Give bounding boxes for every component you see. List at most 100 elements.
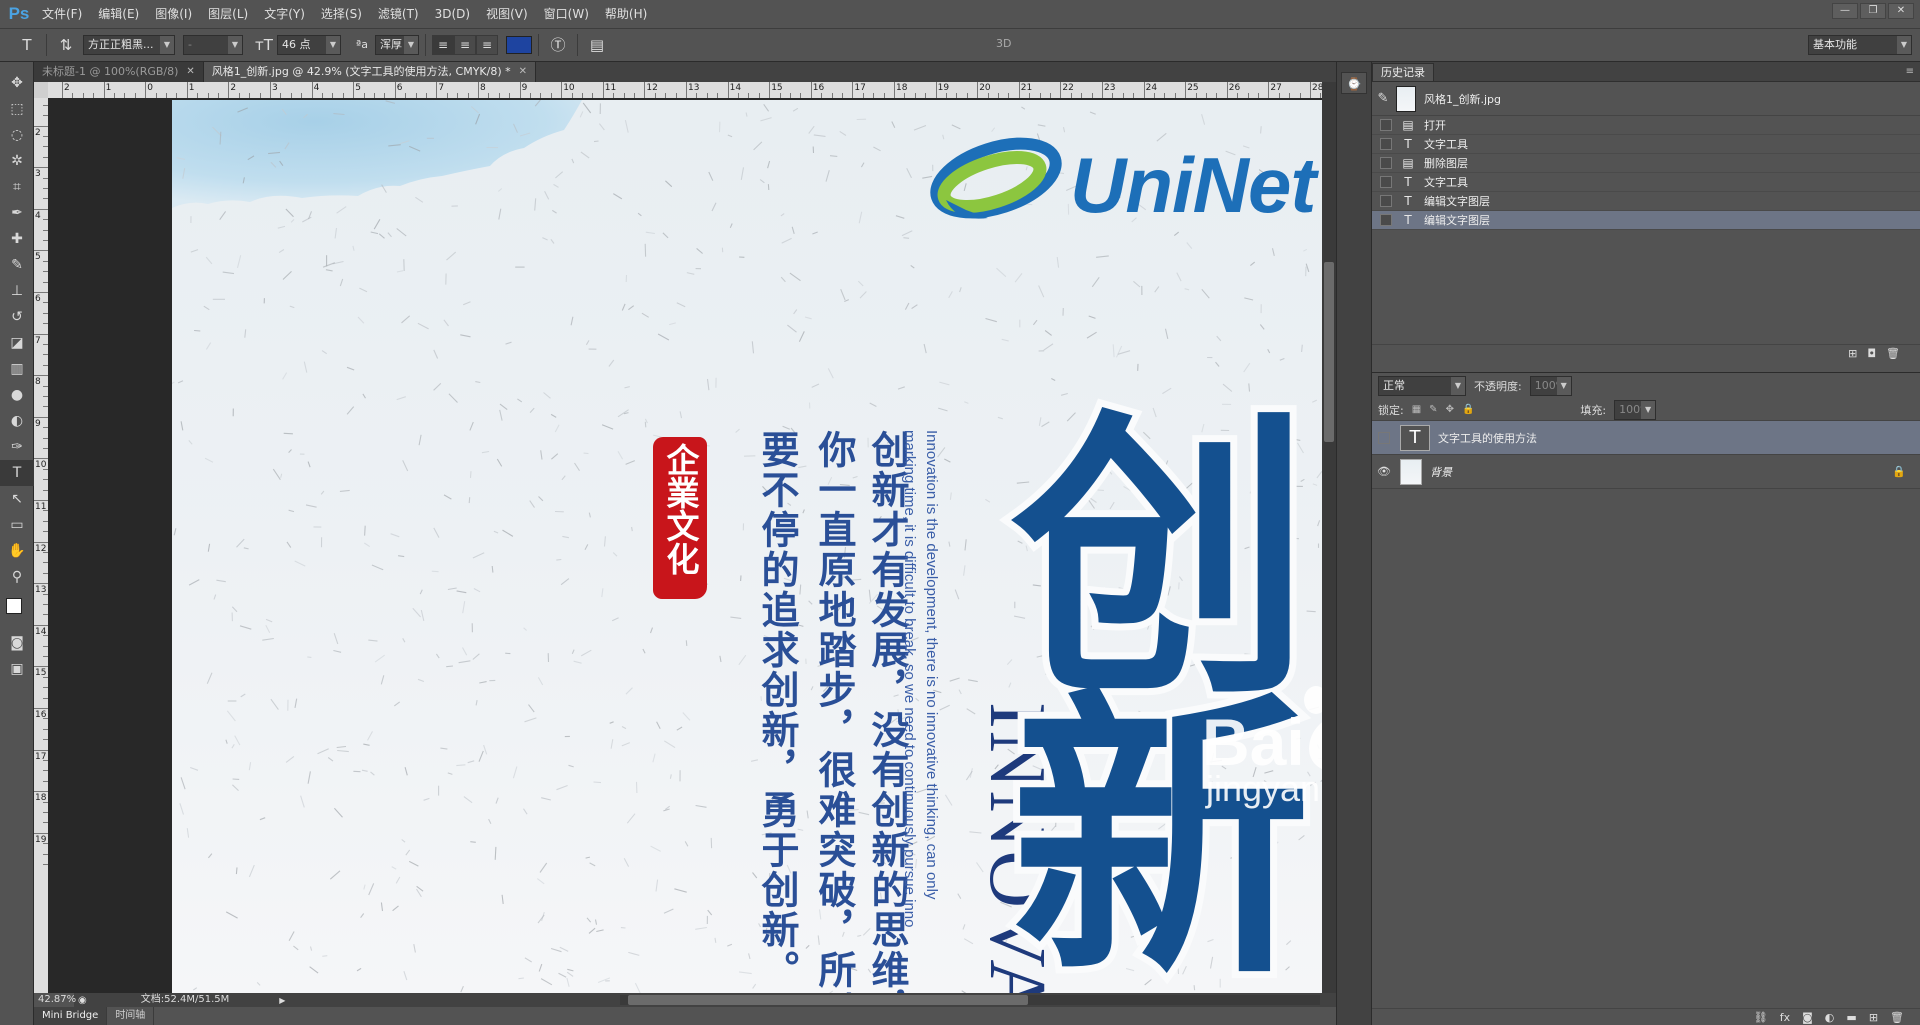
history-item[interactable]: T 文字工具: [1372, 173, 1920, 192]
crop-icon[interactable]: ⌗: [0, 174, 34, 200]
shape-icon[interactable]: ▭: [0, 512, 34, 538]
minimize-button[interactable]: —: [1832, 3, 1858, 19]
workspace-select[interactable]: 基本功能 ▼: [1808, 35, 1912, 55]
align-right-button[interactable]: ≡: [476, 35, 498, 55]
lasso-icon[interactable]: ◌: [0, 122, 34, 148]
align-center-button[interactable]: ≡: [454, 35, 476, 55]
link-icon[interactable]: ⛓: [1754, 1011, 1768, 1024]
vertical-scroll-thumb[interactable]: [1324, 262, 1334, 442]
menu-3d[interactable]: 3D(D): [427, 0, 478, 28]
camera-icon[interactable]: ◘: [1867, 347, 1876, 360]
tab-timeline[interactable]: 时间轴: [107, 1007, 155, 1025]
history-checkbox[interactable]: [1380, 214, 1392, 226]
font-size-select[interactable]: 46 点 ▼: [277, 35, 341, 55]
opacity-input[interactable]: 100% ▼: [1529, 376, 1572, 396]
close-icon[interactable]: ✕: [519, 62, 527, 82]
move-icon[interactable]: ✥: [0, 70, 34, 96]
pen-icon[interactable]: ✑: [0, 434, 34, 460]
gradient-icon[interactable]: ▥: [0, 356, 34, 382]
dodge-icon[interactable]: ◐: [0, 408, 34, 434]
trash-icon[interactable]: 🗑: [1890, 1011, 1904, 1024]
magic-wand-icon[interactable]: ✲: [0, 148, 34, 174]
zoom-icon[interactable]: ⚲: [0, 564, 34, 590]
menu-window[interactable]: 窗口(W): [536, 0, 597, 28]
foreground-color-swatch[interactable]: [6, 598, 22, 614]
fx-icon[interactable]: fx: [1780, 1011, 1790, 1024]
history-brush-icon[interactable]: ↺: [0, 304, 34, 330]
healing-icon[interactable]: ✚: [0, 226, 34, 252]
stamp-icon[interactable]: ⊥: [0, 278, 34, 304]
history-item[interactable]: T 文字工具: [1372, 135, 1920, 154]
lock-all-icon[interactable]: 🔒: [1462, 404, 1474, 415]
horizontal-scrollbar[interactable]: [620, 995, 1320, 1005]
marquee-icon[interactable]: ⬚: [0, 96, 34, 122]
font-style-select[interactable]: - ▼: [183, 35, 243, 55]
menu-help[interactable]: 帮助(H): [597, 0, 655, 28]
blend-mode-select[interactable]: 正常 ▼: [1378, 376, 1466, 396]
eyedropper-icon[interactable]: ✒: [0, 200, 34, 226]
blur-icon[interactable]: ●: [0, 382, 34, 408]
menu-layer[interactable]: 图层(L): [200, 0, 256, 28]
mask-icon[interactable]: ◙: [1802, 1011, 1813, 1024]
text-color-swatch[interactable]: [506, 36, 532, 54]
menu-file[interactable]: 文件(F): [34, 0, 90, 28]
history-snapshot[interactable]: ✎ 风格1_创新.jpg: [1372, 82, 1920, 116]
vertical-scrollbar[interactable]: [1322, 82, 1336, 993]
history-item[interactable]: T 编辑文字图层: [1372, 192, 1920, 211]
font-family-select[interactable]: 方正正粗黑... ▼: [83, 35, 175, 55]
menu-filter[interactable]: 滤镜(T): [370, 0, 427, 28]
chevron-right-icon[interactable]: ▶: [279, 996, 285, 1005]
character-panel-icon[interactable]: ▤: [584, 33, 610, 57]
status-icon[interactable]: ◉: [78, 995, 87, 1006]
visibility-toggle[interactable]: [1378, 431, 1390, 444]
canvas-area[interactable]: UniNet 企業文化 创新才有发展，没有创新的思维， 你一直原地踏步，很难突破…: [48, 98, 1322, 993]
doc-tab-innovation[interactable]: 风格1_创新.jpg @ 42.9% (文字工具的使用方法, CMYK/8) *…: [203, 62, 537, 82]
eraser-icon[interactable]: ◪: [0, 330, 34, 356]
menu-view[interactable]: 视图(V): [478, 0, 536, 28]
history-item[interactable]: T 编辑文字图层: [1372, 211, 1920, 230]
history-checkbox[interactable]: [1380, 157, 1392, 169]
document-canvas[interactable]: UniNet 企業文化 创新才有发展，没有创新的思维， 你一直原地踏步，很难突破…: [172, 100, 1322, 993]
trash-icon[interactable]: 🗑: [1886, 347, 1900, 360]
history-checkbox[interactable]: [1380, 119, 1392, 131]
doc-tab-untitled[interactable]: 未标题-1 @ 100%(RGB/8) ✕: [34, 62, 204, 82]
zoom-level[interactable]: 42.87%: [34, 993, 76, 1007]
menu-select[interactable]: 选择(S): [313, 0, 370, 28]
new-layer-icon[interactable]: ⊞: [1869, 1011, 1878, 1024]
brush-icon[interactable]: ✎: [0, 252, 34, 278]
history-checkbox[interactable]: [1380, 138, 1392, 150]
color-picker[interactable]: [0, 590, 34, 630]
type-icon[interactable]: T: [0, 460, 34, 486]
close-button[interactable]: ✕: [1888, 3, 1914, 19]
warp-text-icon[interactable]: Ⓣ: [545, 33, 571, 57]
align-left-button[interactable]: ≡: [432, 35, 454, 55]
cn-text-line-3[interactable]: 要不停的追求创新，勇于创新。: [750, 430, 804, 990]
type-tool-preset-icon[interactable]: T: [14, 33, 40, 57]
close-icon[interactable]: ✕: [186, 62, 194, 82]
history-checkbox[interactable]: [1380, 176, 1392, 188]
horizontal-ruler[interactable]: 2 1 0 1 2 3 4 5 6 7 8 9 10 11 12 13 14 15 16 17 18 19 20 21 22 23…: [48, 82, 1336, 98]
history-panel-icon[interactable]: ⌚: [1341, 72, 1367, 94]
history-item[interactable]: ▤ 删除图层: [1372, 154, 1920, 173]
adjustment-icon[interactable]: ◐: [1825, 1011, 1835, 1024]
folder-icon[interactable]: ▬: [1846, 1011, 1856, 1024]
layer-row[interactable]: T 文字工具的使用方法: [1372, 421, 1920, 455]
panel-menu-icon[interactable]: ≡: [1906, 66, 1914, 77]
antialias-select[interactable]: 浑厚 ▼: [375, 35, 419, 55]
lock-transparent-icon[interactable]: ▦: [1412, 404, 1421, 415]
fill-input[interactable]: 100% ▼: [1614, 399, 1657, 420]
ruler-corner[interactable]: [34, 82, 48, 98]
history-brush-icon[interactable]: ✎: [1372, 91, 1394, 106]
lock-position-icon[interactable]: ✥: [1446, 404, 1454, 415]
history-checkbox[interactable]: [1380, 195, 1392, 207]
screen-mode-icon[interactable]: ▣: [0, 656, 34, 682]
cn-text-line-2[interactable]: 你一直原地踏步，很难突破，所以: [807, 430, 861, 993]
eye-icon[interactable]: 👁: [1372, 465, 1396, 478]
toggle-orientation-icon[interactable]: ⇅: [53, 33, 79, 57]
tab-history[interactable]: 历史记录: [1372, 63, 1434, 81]
quick-mask-icon[interactable]: ◙: [0, 630, 34, 656]
vertical-ruler[interactable]: 12345678910111213141516171819: [34, 98, 48, 993]
layer-row[interactable]: 👁 背景 🔒: [1372, 455, 1920, 489]
menu-image[interactable]: 图像(I): [147, 0, 200, 28]
menu-edit[interactable]: 编辑(E): [90, 0, 147, 28]
